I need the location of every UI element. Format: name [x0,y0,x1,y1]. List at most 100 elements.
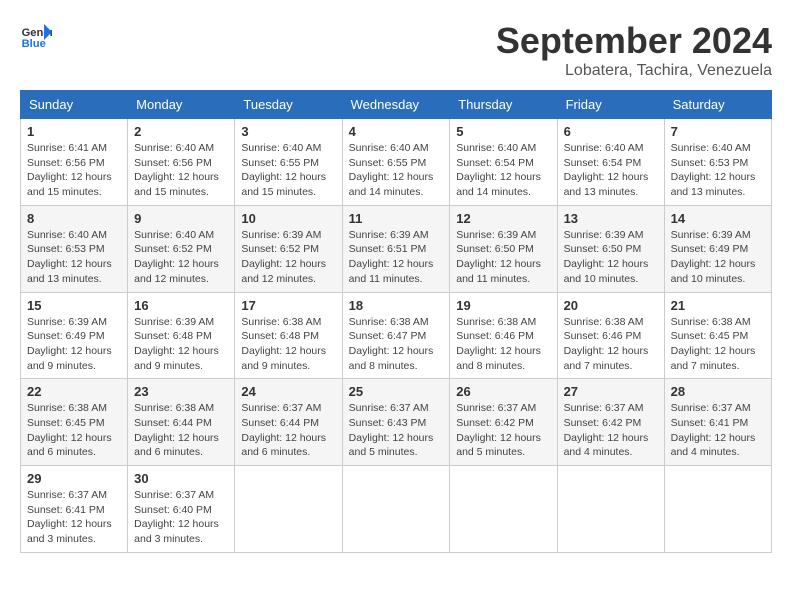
calendar-week-row: 29 Sunrise: 6:37 AMSunset: 6:41 PMDayligh… [21,466,772,553]
day-info: Sunrise: 6:37 AMSunset: 6:42 PMDaylight:… [564,401,658,460]
day-info: Sunrise: 6:37 AMSunset: 6:44 PMDaylight:… [241,401,335,460]
calendar-cell: 13 Sunrise: 6:39 AMSunset: 6:50 PMDayligh… [557,205,664,292]
day-number: 11 [349,211,444,226]
day-of-week-header: Sunday [21,91,128,119]
title-block: September 2024 Lobatera, Tachira, Venezu… [496,20,772,80]
calendar-cell: 28 Sunrise: 6:37 AMSunset: 6:41 PMDayligh… [664,379,771,466]
calendar-cell [342,466,450,553]
day-info: Sunrise: 6:38 AMSunset: 6:46 PMDaylight:… [456,315,550,374]
day-info: Sunrise: 6:39 AMSunset: 6:48 PMDaylight:… [134,315,228,374]
calendar-cell [664,466,771,553]
calendar-week-row: 22 Sunrise: 6:38 AMSunset: 6:45 PMDayligh… [21,379,772,466]
day-info: Sunrise: 6:40 AMSunset: 6:54 PMDaylight:… [564,141,658,200]
day-info: Sunrise: 6:40 AMSunset: 6:52 PMDaylight:… [134,228,228,287]
day-info: Sunrise: 6:39 AMSunset: 6:51 PMDaylight:… [349,228,444,287]
day-info: Sunrise: 6:40 AMSunset: 6:55 PMDaylight:… [241,141,335,200]
calendar-cell: 24 Sunrise: 6:37 AMSunset: 6:44 PMDayligh… [235,379,342,466]
calendar-cell: 10Sunrise: 6:39 AMSunset: 6:52 PMDayligh… [235,205,342,292]
day-info: Sunrise: 6:41 AMSunset: 6:56 PMDaylight:… [27,141,121,200]
calendar-cell: 6 Sunrise: 6:40 AMSunset: 6:54 PMDaylight… [557,119,664,206]
day-number: 2 [134,124,228,139]
day-number: 5 [456,124,550,139]
calendar-week-row: 8 Sunrise: 6:40 AMSunset: 6:53 PMDaylight… [21,205,772,292]
day-info: Sunrise: 6:40 AMSunset: 6:53 PMDaylight:… [671,141,765,200]
calendar-cell: 2Sunrise: 6:40 AMSunset: 6:56 PMDaylight… [128,119,235,206]
day-number: 24 [241,384,335,399]
day-number: 16 [134,298,228,313]
calendar-cell [235,466,342,553]
day-number: 19 [456,298,550,313]
day-number: 6 [564,124,658,139]
day-of-week-header: Wednesday [342,91,450,119]
day-number: 26 [456,384,550,399]
day-info: Sunrise: 6:39 AMSunset: 6:50 PMDaylight:… [564,228,658,287]
calendar-cell: 22 Sunrise: 6:38 AMSunset: 6:45 PMDayligh… [21,379,128,466]
calendar-cell: 8 Sunrise: 6:40 AMSunset: 6:53 PMDaylight… [21,205,128,292]
day-info: Sunrise: 6:40 AMSunset: 6:54 PMDaylight:… [456,141,550,200]
calendar-cell: 29 Sunrise: 6:37 AMSunset: 6:41 PMDayligh… [21,466,128,553]
calendar-table: SundayMondayTuesdayWednesdayThursdayFrid… [20,90,772,553]
calendar-cell: 30 Sunrise: 6:37 AMSunset: 6:40 PMDayligh… [128,466,235,553]
calendar-cell: 26 Sunrise: 6:37 AMSunset: 6:42 PMDayligh… [450,379,557,466]
calendar-cell: 5 Sunrise: 6:40 AMSunset: 6:54 PMDaylight… [450,119,557,206]
logo-icon: General Blue [20,20,52,52]
day-number: 8 [27,211,121,226]
day-info: Sunrise: 6:39 AMSunset: 6:50 PMDaylight:… [456,228,550,287]
day-number: 4 [349,124,444,139]
location-subtitle: Lobatera, Tachira, Venezuela [496,62,772,80]
day-info: Sunrise: 6:38 AMSunset: 6:48 PMDaylight:… [241,315,335,374]
svg-text:Blue: Blue [22,38,46,50]
day-number: 1 [27,124,121,139]
calendar-cell: 19 Sunrise: 6:38 AMSunset: 6:46 PMDayligh… [450,292,557,379]
day-number: 17 [241,298,335,313]
month-year-title: September 2024 [496,20,772,62]
day-info: Sunrise: 6:40 AMSunset: 6:53 PMDaylight:… [27,228,121,287]
day-info: Sunrise: 6:38 AMSunset: 6:47 PMDaylight:… [349,315,444,374]
day-info: Sunrise: 6:38 AMSunset: 6:45 PMDaylight:… [27,401,121,460]
calendar-cell: 16 Sunrise: 6:39 AMSunset: 6:48 PMDayligh… [128,292,235,379]
day-number: 3 [241,124,335,139]
day-number: 14 [671,211,765,226]
day-info: Sunrise: 6:38 AMSunset: 6:46 PMDaylight:… [564,315,658,374]
calendar-cell [450,466,557,553]
day-of-week-header: Thursday [450,91,557,119]
day-info: Sunrise: 6:39 AMSunset: 6:49 PMDaylight:… [27,315,121,374]
day-number: 29 [27,471,121,486]
calendar-cell: 23Sunrise: 6:38 AMSunset: 6:44 PMDayligh… [128,379,235,466]
calendar-cell: 17 Sunrise: 6:38 AMSunset: 6:48 PMDayligh… [235,292,342,379]
calendar-cell: 14 Sunrise: 6:39 AMSunset: 6:49 PMDayligh… [664,205,771,292]
day-number: 10 [241,211,335,226]
day-number: 18 [349,298,444,313]
day-number: 22 [27,384,121,399]
calendar-header-row: SundayMondayTuesdayWednesdayThursdayFrid… [21,91,772,119]
calendar-cell: 9 Sunrise: 6:40 AMSunset: 6:52 PMDaylight… [128,205,235,292]
calendar-cell: 1 Sunrise: 6:41 AMSunset: 6:56 PMDaylight… [21,119,128,206]
day-number: 7 [671,124,765,139]
day-number: 20 [564,298,658,313]
calendar-cell: 7 Sunrise: 6:40 AMSunset: 6:53 PMDaylight… [664,119,771,206]
calendar-cell: 3 Sunrise: 6:40 AMSunset: 6:55 PMDaylight… [235,119,342,206]
day-info: Sunrise: 6:39 AMSunset: 6:49 PMDaylight:… [671,228,765,287]
day-info: Sunrise: 6:37 AMSunset: 6:43 PMDaylight:… [349,401,444,460]
day-info: Sunrise: 6:37 AMSunset: 6:42 PMDaylight:… [456,401,550,460]
day-number: 9 [134,211,228,226]
calendar-week-row: 15 Sunrise: 6:39 AMSunset: 6:49 PMDayligh… [21,292,772,379]
day-info: Sunrise: 6:38 AMSunset: 6:45 PMDaylight:… [671,315,765,374]
day-info: Sunrise: 6:37 AMSunset: 6:40 PMDaylight:… [134,488,228,547]
calendar-week-row: 1 Sunrise: 6:41 AMSunset: 6:56 PMDaylight… [21,119,772,206]
day-number: 25 [349,384,444,399]
calendar-cell: 4Sunrise: 6:40 AMSunset: 6:55 PMDaylight… [342,119,450,206]
day-info: Sunrise: 6:37 AMSunset: 6:41 PMDaylight:… [671,401,765,460]
day-number: 28 [671,384,765,399]
day-of-week-header: Friday [557,91,664,119]
day-number: 15 [27,298,121,313]
day-number: 13 [564,211,658,226]
day-of-week-header: Saturday [664,91,771,119]
day-number: 30 [134,471,228,486]
day-number: 27 [564,384,658,399]
day-info: Sunrise: 6:37 AMSunset: 6:41 PMDaylight:… [27,488,121,547]
day-number: 21 [671,298,765,313]
calendar-cell: 15 Sunrise: 6:39 AMSunset: 6:49 PMDayligh… [21,292,128,379]
calendar-cell: 21 Sunrise: 6:38 AMSunset: 6:45 PMDayligh… [664,292,771,379]
day-of-week-header: Monday [128,91,235,119]
